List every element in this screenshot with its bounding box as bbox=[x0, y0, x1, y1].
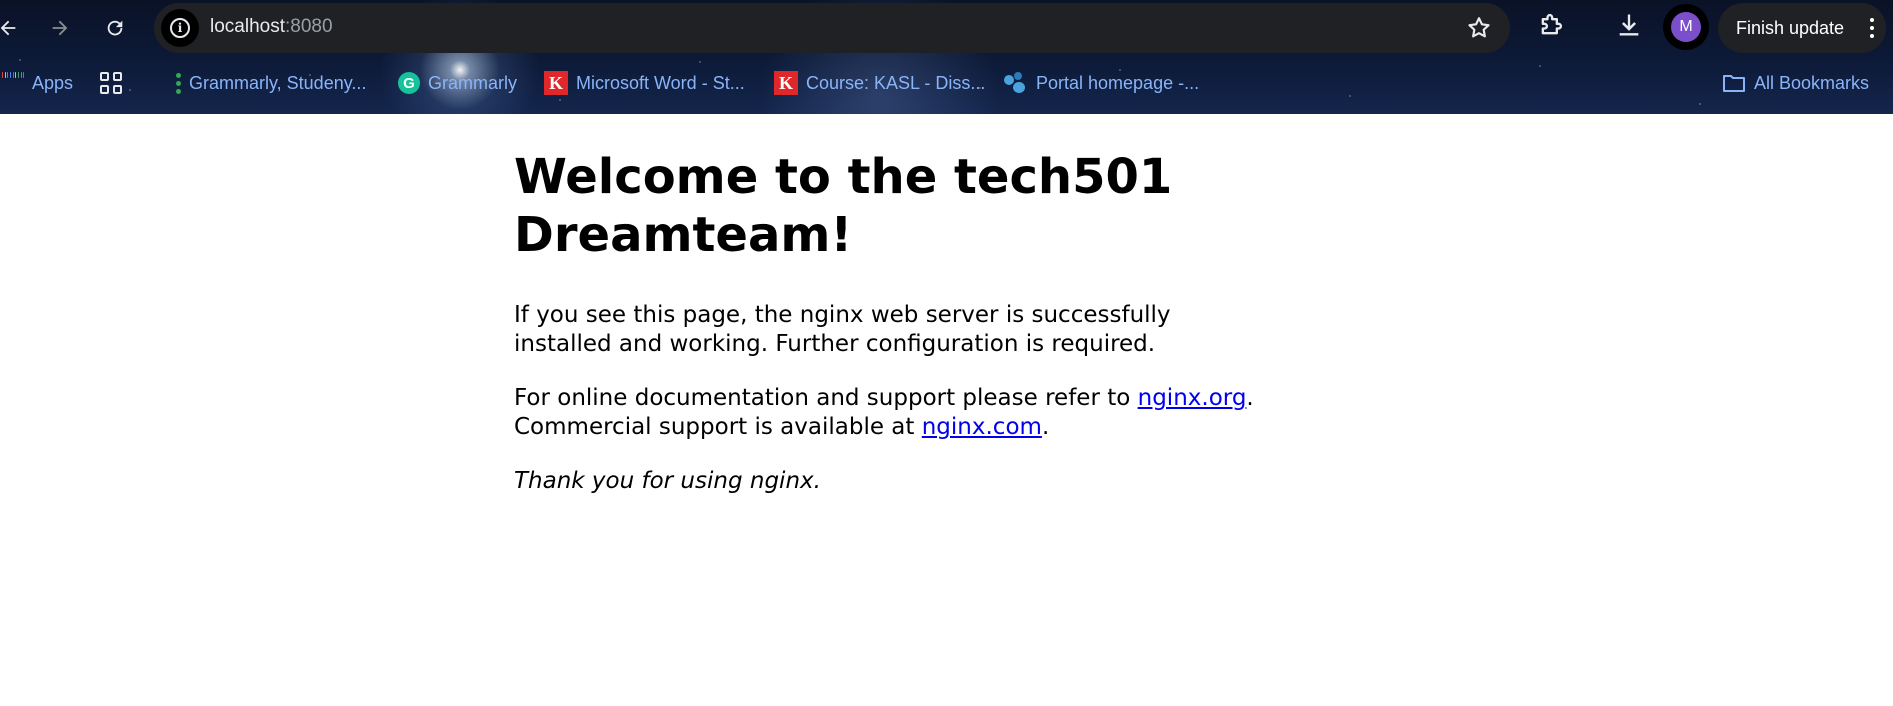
url-text[interactable]: localhost:8080 bbox=[210, 16, 333, 38]
support-paragraph: For online documentation and support ple… bbox=[514, 384, 1274, 442]
reload-icon bbox=[107, 20, 123, 36]
bookmark-item[interactable]: Grammarly, Studeny... bbox=[176, 70, 366, 96]
browser-chrome: i localhost:8080 M Finish update Apps Gr… bbox=[0, 0, 1893, 114]
forward-button[interactable] bbox=[42, 10, 78, 46]
bookmark-label: Grammarly bbox=[428, 72, 517, 93]
browser-toolbar: i localhost:8080 M Finish update bbox=[0, 0, 1893, 56]
all-bookmarks-button[interactable]: All Bookmarks bbox=[1722, 70, 1869, 96]
bookmark-item[interactable]: G Grammarly bbox=[398, 70, 517, 96]
bookmarks-bar: Apps Grammarly, Studeny... G Grammarly K… bbox=[0, 62, 1893, 104]
downloads-button[interactable] bbox=[1615, 11, 1647, 43]
bookmark-star-button[interactable] bbox=[1466, 15, 1492, 41]
tab-grid-icon bbox=[100, 72, 122, 94]
extensions-button[interactable] bbox=[1537, 11, 1569, 43]
k-logo-icon: K bbox=[774, 71, 798, 95]
back-button[interactable] bbox=[0, 10, 26, 46]
bookmark-label: Course: KASL - Diss... bbox=[806, 72, 986, 93]
bookmark-item[interactable]: Portal homepage -... bbox=[1004, 70, 1199, 96]
reload-button[interactable] bbox=[97, 10, 133, 46]
apps-grid-icon bbox=[2, 72, 25, 94]
url-host: localhost bbox=[210, 16, 285, 37]
arrow-left-icon bbox=[0, 20, 16, 36]
support-text: For online documentation and support ple… bbox=[514, 385, 1138, 411]
portal-icon bbox=[1004, 72, 1028, 94]
info-icon: i bbox=[170, 18, 190, 38]
intro-paragraph: If you see this page, the nginx web serv… bbox=[514, 302, 1171, 357]
puzzle-piece-icon bbox=[1541, 13, 1563, 35]
download-icon bbox=[1619, 14, 1639, 36]
profile-button[interactable]: M bbox=[1663, 4, 1709, 50]
bookmark-apps[interactable]: Apps bbox=[2, 70, 73, 96]
site-info-button[interactable]: i bbox=[161, 9, 199, 47]
bookmark-label: Portal homepage -... bbox=[1036, 72, 1200, 93]
support-text-period: . bbox=[1246, 385, 1254, 411]
commercial-support-text: Commercial support is available at bbox=[514, 414, 922, 440]
bookmark-label: Microsoft Word - St... bbox=[576, 72, 745, 93]
arrow-right-icon bbox=[52, 20, 68, 36]
commercial-support-period: . bbox=[1041, 414, 1050, 440]
page-title: Welcome to the tech501 Dreamteam! bbox=[514, 149, 1173, 263]
bookmark-item[interactable]: K Microsoft Word - St... bbox=[544, 70, 745, 96]
folder-icon bbox=[1722, 73, 1746, 93]
star-icon bbox=[1468, 17, 1490, 38]
kebab-menu-icon bbox=[1870, 18, 1874, 38]
k-logo-icon: K bbox=[544, 71, 568, 95]
page-content: Welcome to the tech501 Dreamteam! If you… bbox=[514, 114, 1274, 496]
nginx-org-link[interactable]: nginx.org bbox=[1138, 385, 1247, 411]
thanks-paragraph: Thank you for using nginx. bbox=[514, 467, 1274, 496]
url-port: :8080 bbox=[285, 16, 333, 37]
all-bookmarks-label: All Bookmarks bbox=[1754, 72, 1870, 93]
bookmark-item[interactable]: K Course: KASL - Diss... bbox=[774, 70, 985, 96]
finish-update-label: Finish update bbox=[1736, 17, 1845, 38]
grammarly-icon: G bbox=[398, 72, 420, 94]
bookmark-apps-label: Apps bbox=[32, 72, 74, 93]
finish-update-button[interactable]: Finish update bbox=[1718, 3, 1886, 53]
thanks-text: Thank you for using nginx. bbox=[514, 468, 821, 494]
avatar: M bbox=[1671, 12, 1701, 42]
green-dots-icon bbox=[176, 72, 181, 94]
address-bar[interactable]: i localhost:8080 bbox=[154, 3, 1510, 53]
tab-groups-button[interactable] bbox=[100, 70, 122, 96]
bookmark-label: Grammarly, Studeny... bbox=[189, 72, 367, 93]
nginx-com-link[interactable]: nginx.com bbox=[922, 414, 1042, 440]
